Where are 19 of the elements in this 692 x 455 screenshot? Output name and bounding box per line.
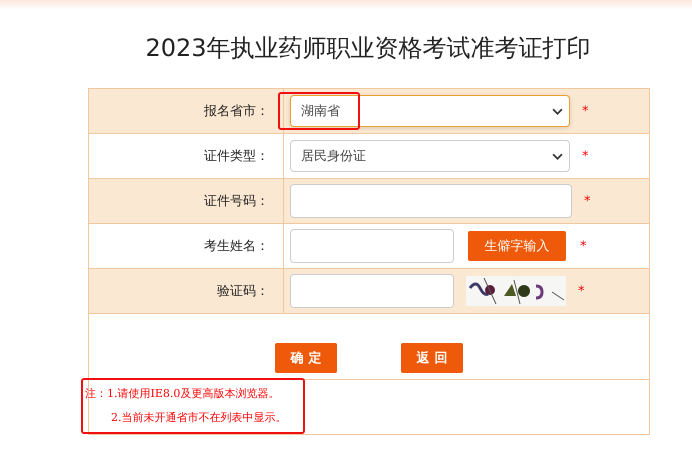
field-label: 验证码： — [89, 269, 284, 313]
input-field[interactable] — [290, 274, 454, 308]
chevron-down-icon — [552, 152, 563, 160]
required-asterisk: * — [582, 104, 588, 118]
input-field[interactable] — [290, 229, 454, 263]
dropdown-field[interactable]: 居民身份证 — [290, 140, 570, 172]
page-title: 2023年执业药师职业资格考试准考证打印 — [144, 33, 592, 64]
confirm-button[interactable]: 确 定 — [275, 343, 337, 373]
required-asterisk: * — [578, 284, 584, 298]
input-field[interactable] — [290, 184, 572, 218]
chevron-down-icon — [552, 108, 563, 114]
required-asterisk: * — [584, 194, 590, 208]
rare-character-button[interactable]: 生僻字输入 — [468, 231, 566, 261]
required-asterisk: * — [580, 238, 586, 254]
dropdown-field[interactable]: 湖南省 — [290, 95, 570, 127]
note-text: 2.当前未开通省市不在列表中显示。 — [111, 410, 288, 426]
note-text: 注：1.请使用IE8.0及更高版本浏览器。 — [85, 386, 280, 402]
required-asterisk: * — [582, 148, 588, 164]
back-button[interactable]: 返 回 — [401, 343, 463, 373]
